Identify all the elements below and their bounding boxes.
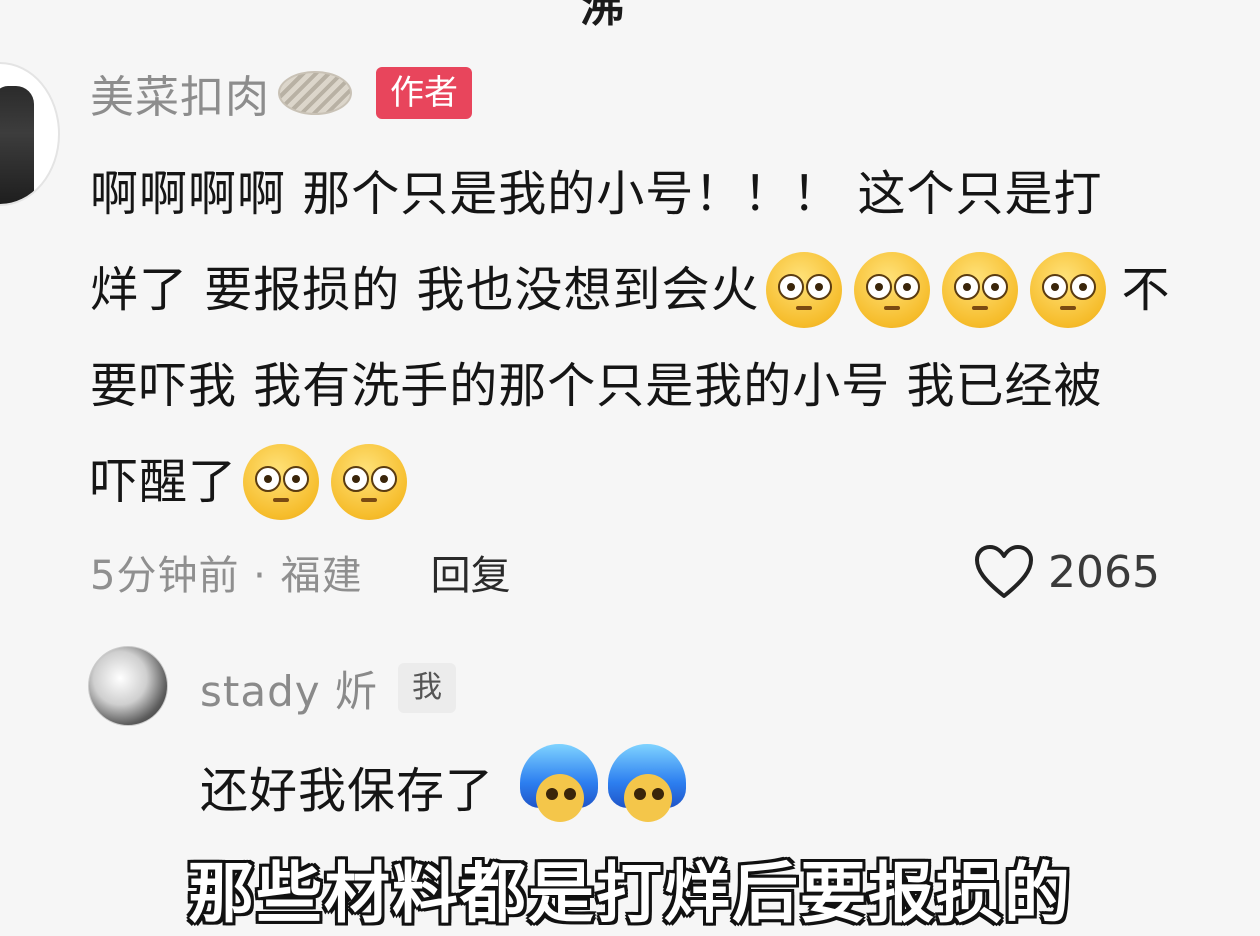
reply-avatar[interactable] (88, 646, 168, 726)
comment-username[interactable]: 美菜扣肉 (90, 61, 270, 125)
heart-outline-icon (975, 545, 1033, 598)
reply-text: 还好我保存了 (200, 763, 495, 819)
comment-line-2: 烊了 要报损的 我也没想到会火 不 (90, 242, 1260, 338)
comment-text-3: 要吓我 我有洗手的那个只是我的小号 我已经被 (90, 358, 1103, 414)
like-button[interactable]: 2065 (974, 544, 1160, 600)
reply-header: stady 炘 我 (200, 656, 456, 720)
like-count: 2065 (1048, 546, 1160, 598)
reply-button[interactable]: 回复 (431, 543, 511, 601)
me-tag: 我 (397, 663, 456, 713)
video-subtitle: 那些材料都是打烊后要报损的 (188, 855, 1072, 932)
blue-hair-sticker (608, 744, 687, 828)
comment-text-4: 吓醒了 (90, 454, 238, 510)
flushed-face-emoji (941, 252, 1018, 328)
top-cut-text: 沸 (580, 0, 626, 32)
comment-text-2-tail: 不 (1121, 262, 1171, 318)
flushed-face-emoji (331, 444, 408, 520)
comment-header: 美菜扣肉 作者 (90, 62, 472, 124)
blue-hair-sticker (520, 744, 599, 828)
fan-badge-icon (278, 71, 352, 115)
reply-body: 还好我保存了 (200, 738, 687, 834)
comment-line-1: 啊啊啊啊 那个只是我的小号！！！ 这个只是打 (90, 146, 1260, 242)
author-avatar[interactable] (0, 62, 60, 206)
flushed-face-emoji (765, 252, 842, 328)
flushed-face-emoji (853, 252, 930, 328)
comment-body: 啊啊啊啊 那个只是我的小号！！！ 这个只是打 烊了 要报损的 我也没想到会火 不… (90, 146, 1260, 530)
flushed-face-emoji (243, 444, 320, 520)
avatar-figure (0, 86, 34, 204)
comment-line-4: 吓醒了 (90, 434, 1260, 530)
comment-text-1: 啊啊啊啊 那个只是我的小号！！！ 这个只是打 (90, 166, 1103, 222)
comment-time-location: 5分钟前 · 福建 (90, 553, 363, 599)
comment-line-3: 要吓我 我有洗手的那个只是我的小号 我已经被 (90, 338, 1260, 434)
reply-username[interactable]: stady 炘 (200, 658, 378, 719)
comment-text-2: 烊了 要报损的 我也没想到会火 (90, 262, 760, 318)
author-tag: 作者 (376, 67, 472, 119)
flushed-face-emoji (1029, 252, 1106, 328)
comment-meta: 5分钟前 · 福建 回复 2065 (90, 540, 1190, 604)
